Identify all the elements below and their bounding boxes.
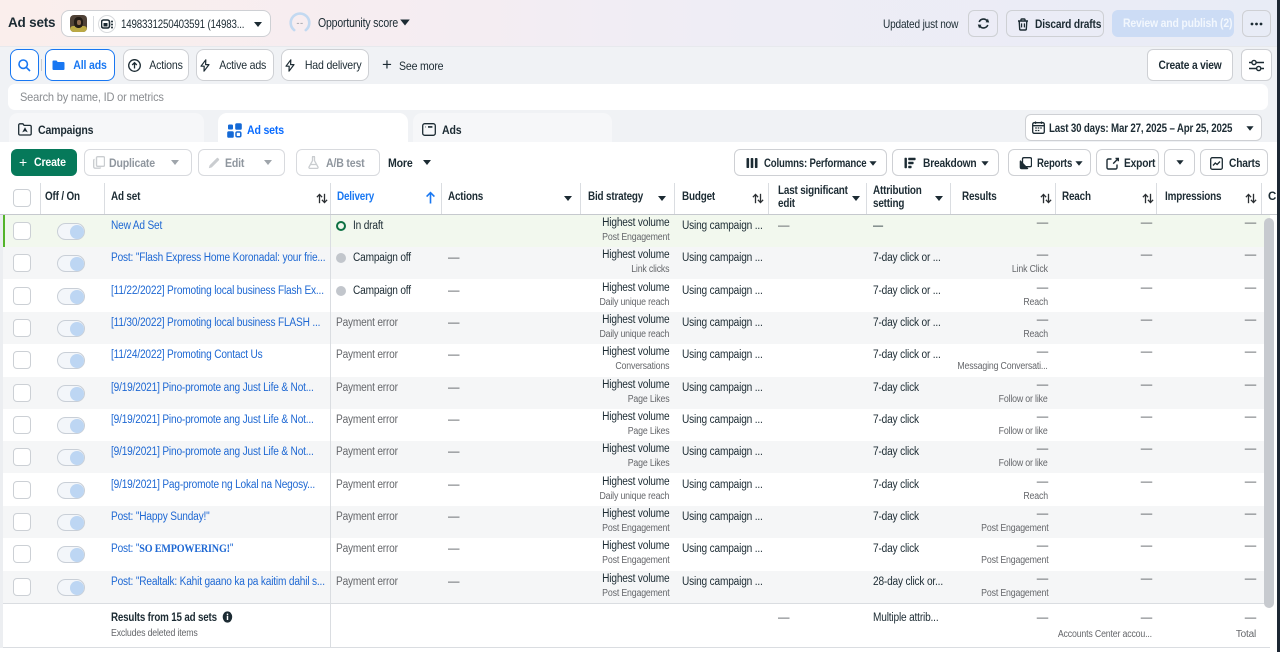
svg-text:--: -- xyxy=(296,18,303,29)
